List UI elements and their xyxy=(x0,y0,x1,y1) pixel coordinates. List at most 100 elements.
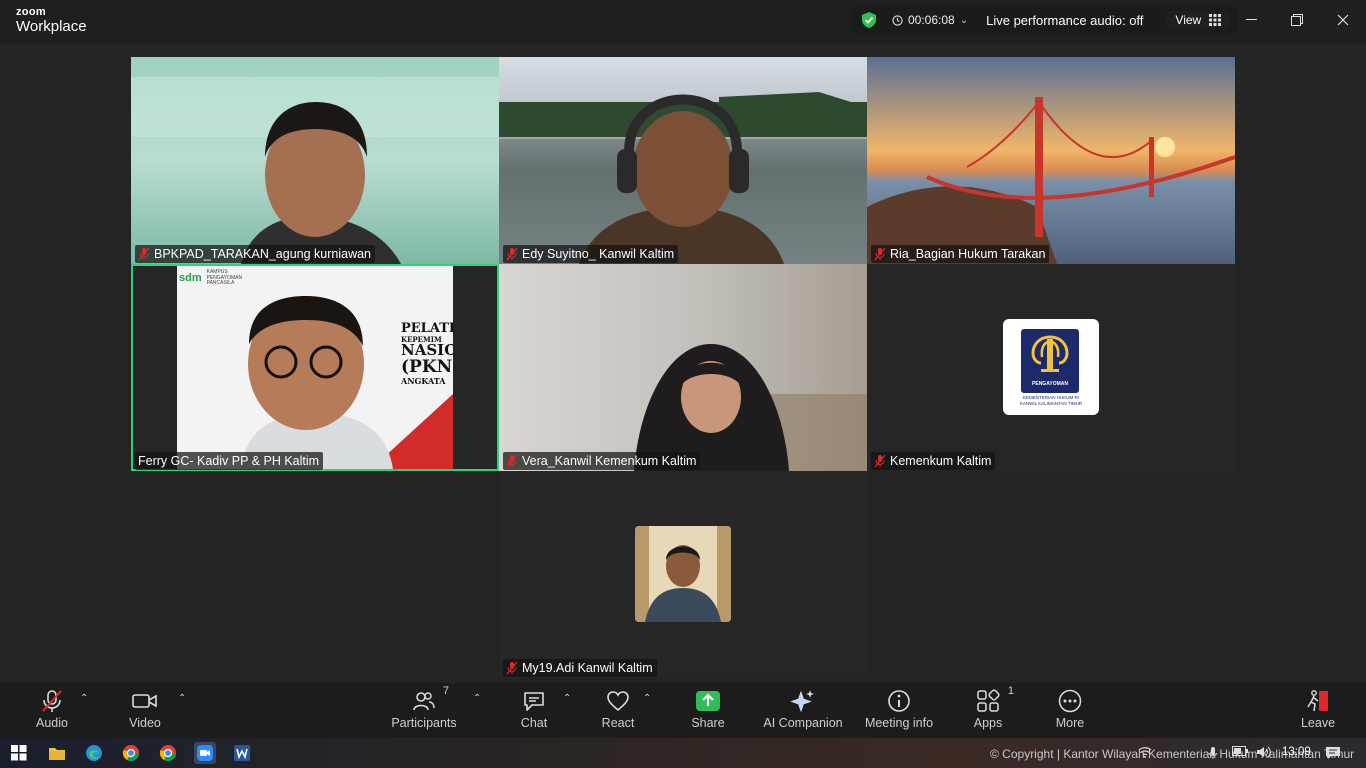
participant-nameplate: Ferry GC- Kadiv PP & PH Kaltim xyxy=(135,452,324,470)
edge-browser-icon[interactable] xyxy=(83,742,105,764)
leave-button[interactable]: Leave xyxy=(1300,687,1336,735)
grid-icon xyxy=(1209,14,1222,26)
video-label: Video xyxy=(129,716,161,730)
share-screen-icon xyxy=(696,691,720,711)
share-button[interactable]: Share xyxy=(688,687,728,735)
window-controls xyxy=(1228,0,1366,40)
slide-title: PELATI KEPEMIM NASIO (PKN ANGKATA xyxy=(401,322,453,385)
file-explorer-icon[interactable] xyxy=(46,742,68,764)
chat-button[interactable]: Chat xyxy=(516,687,552,735)
volume-icon[interactable] xyxy=(1256,746,1272,761)
video-options-caret-icon[interactable]: ⌃ xyxy=(178,693,186,704)
windows-taskbar: © Copyright | Kantor Wilayah Kementerian… xyxy=(0,738,1366,768)
ai-companion-button[interactable]: AI Companion xyxy=(763,687,843,735)
battery-icon[interactable] xyxy=(1232,746,1248,759)
video-tile-vera[interactable]: Vera_Kanwil Kemenkum Kaltim xyxy=(499,264,867,471)
apps-button[interactable]: 1 Apps xyxy=(970,685,1014,735)
view-button[interactable]: View xyxy=(1167,11,1230,29)
meeting-timer[interactable]: 00:06:08 ⌄ xyxy=(892,13,968,27)
profile-picture xyxy=(635,526,731,622)
title-bar: zoom Workplace 00:06:08 ⌄ Live performan… xyxy=(0,0,1366,44)
video-tile-edy[interactable]: Edy Suyitno_ Kanwil Kaltim xyxy=(499,57,867,264)
mic-muted-icon xyxy=(506,454,518,468)
participant-name: My19.Adi Kanwil Kaltim xyxy=(522,661,653,675)
chrome-icon[interactable] xyxy=(120,742,142,764)
slide-line4: (PKN xyxy=(401,356,453,377)
chat-label: Chat xyxy=(520,716,548,730)
view-label: View xyxy=(1175,13,1202,27)
video-tile-adi[interactable]: My19.Adi Kanwil Kaltim xyxy=(499,471,867,678)
slide-line1: PELATI xyxy=(401,322,453,336)
mic-muted-icon xyxy=(874,454,886,468)
participant-nameplate: BPKPAD_TARAKAN_agung kurniawan xyxy=(135,245,376,263)
apps-icon xyxy=(977,689,1000,712)
mic-muted-icon xyxy=(874,247,886,261)
participants-button[interactable]: 7 Participants xyxy=(391,685,457,735)
participant-photo xyxy=(635,526,731,622)
emblem-label: PENGAYOMAN xyxy=(1032,381,1068,387)
react-button[interactable]: React xyxy=(600,687,636,735)
restore-button[interactable] xyxy=(1274,0,1320,40)
meeting-info-button[interactable]: Meeting info xyxy=(864,687,934,735)
participant-video xyxy=(499,57,867,264)
video-tile-kemenkum[interactable]: PENGAYOMAN KEMENTERIAN HUKUM RI KANWIL K… xyxy=(867,264,1235,471)
chevron-down-icon: ⌄ xyxy=(959,14,969,26)
participant-nameplate: Vera_Kanwil Kemenkum Kaltim xyxy=(503,452,701,470)
participant-video xyxy=(499,264,867,471)
participant-name: Kemenkum Kaltim xyxy=(890,454,992,468)
notification-center-icon[interactable] xyxy=(1322,742,1344,764)
participant-name: Edy Suyitno_ Kanwil Kaltim xyxy=(522,247,675,261)
participants-options-caret-icon[interactable]: ⌃ xyxy=(473,693,481,704)
video-button[interactable]: Video xyxy=(126,687,164,735)
microphone-tray-icon[interactable] xyxy=(1208,746,1218,763)
participant-nameplate: Kemenkum Kaltim xyxy=(871,452,996,470)
slide-brand-sub3: PANCASILA xyxy=(206,280,235,286)
video-camera-icon xyxy=(132,694,157,708)
zoom-app-icon[interactable] xyxy=(194,742,216,764)
apps-count: 1 xyxy=(1007,685,1014,697)
more-label: More xyxy=(1055,716,1085,730)
encryption-shield-icon[interactable] xyxy=(860,11,878,29)
video-tile-agung[interactable]: BPKPAD_TARAKAN_agung kurniawan xyxy=(131,57,499,264)
slide-brand-sub: KAMPUS PENGAYOMAN PANCASILA xyxy=(206,269,242,287)
participant-nameplate: My19.Adi Kanwil Kaltim xyxy=(503,659,657,677)
mic-muted-icon xyxy=(42,690,62,712)
participants-label: Participants xyxy=(391,716,457,730)
brand-top: zoom xyxy=(16,6,46,18)
close-window-button[interactable] xyxy=(1320,0,1366,40)
tree-emblem-icon xyxy=(1031,335,1069,372)
slide-brand-text: sdm xyxy=(179,272,202,285)
participant-nameplate: Edy Suyitno_ Kanwil Kaltim xyxy=(503,245,679,263)
brand-bottom: Workplace xyxy=(16,18,87,35)
participant-name: Vera_Kanwil Kemenkum Kaltim xyxy=(522,454,697,468)
audio-button[interactable]: Audio xyxy=(32,687,72,735)
participant-name: Ferry GC- Kadiv PP & PH Kaltim xyxy=(138,454,320,468)
chat-options-caret-icon[interactable]: ⌃ xyxy=(563,693,571,704)
mic-muted-icon xyxy=(506,661,518,675)
meeting-toolbar: Audio ⌃ Video ⌃ 7 Participants ⌃ Chat ⌃ xyxy=(0,683,1366,738)
meeting-info-label: Meeting info xyxy=(864,716,934,730)
slide-brand: sdm KAMPUS PENGAYOMAN PANCASILA xyxy=(179,269,242,287)
share-label: Share xyxy=(691,716,725,730)
participant-nameplate: Ria_Bagian Hukum Tarakan xyxy=(871,245,1050,263)
system-clock[interactable]: 13:09 xyxy=(1282,746,1311,758)
chrome-icon-2[interactable] xyxy=(157,742,179,764)
react-options-caret-icon[interactable]: ⌃ xyxy=(643,693,651,704)
video-tile-ria[interactable]: Ria_Bagian Hukum Tarakan xyxy=(867,57,1235,264)
meeting-status-bar: 00:06:08 ⌄ Live performance audio: off V… xyxy=(852,6,1238,34)
windows-start-icon[interactable] xyxy=(8,742,30,764)
profile-picture: PENGAYOMAN KEMENTERIAN HUKUM RI KANWIL K… xyxy=(1003,319,1099,415)
leave-door-icon xyxy=(1307,690,1328,712)
minimize-button[interactable] xyxy=(1228,0,1274,40)
zoom-meeting-window: zoom Workplace 00:06:08 ⌄ Live performan… xyxy=(0,0,1366,768)
more-button[interactable]: More xyxy=(1052,687,1088,735)
live-audio-status: Live performance audio: off xyxy=(986,12,1144,28)
participant-video xyxy=(131,57,499,264)
info-icon xyxy=(888,690,910,712)
wifi-icon[interactable] xyxy=(1138,746,1152,761)
ai-sparkle-icon xyxy=(790,690,814,713)
word-app-icon[interactable] xyxy=(231,742,253,764)
video-tile-ferry[interactable]: sdm KAMPUS PENGAYOMAN PANCASILA PELATI K… xyxy=(131,264,499,471)
audio-options-caret-icon[interactable]: ⌃ xyxy=(80,693,88,704)
zoom-workplace-logo: zoom Workplace xyxy=(16,6,87,35)
